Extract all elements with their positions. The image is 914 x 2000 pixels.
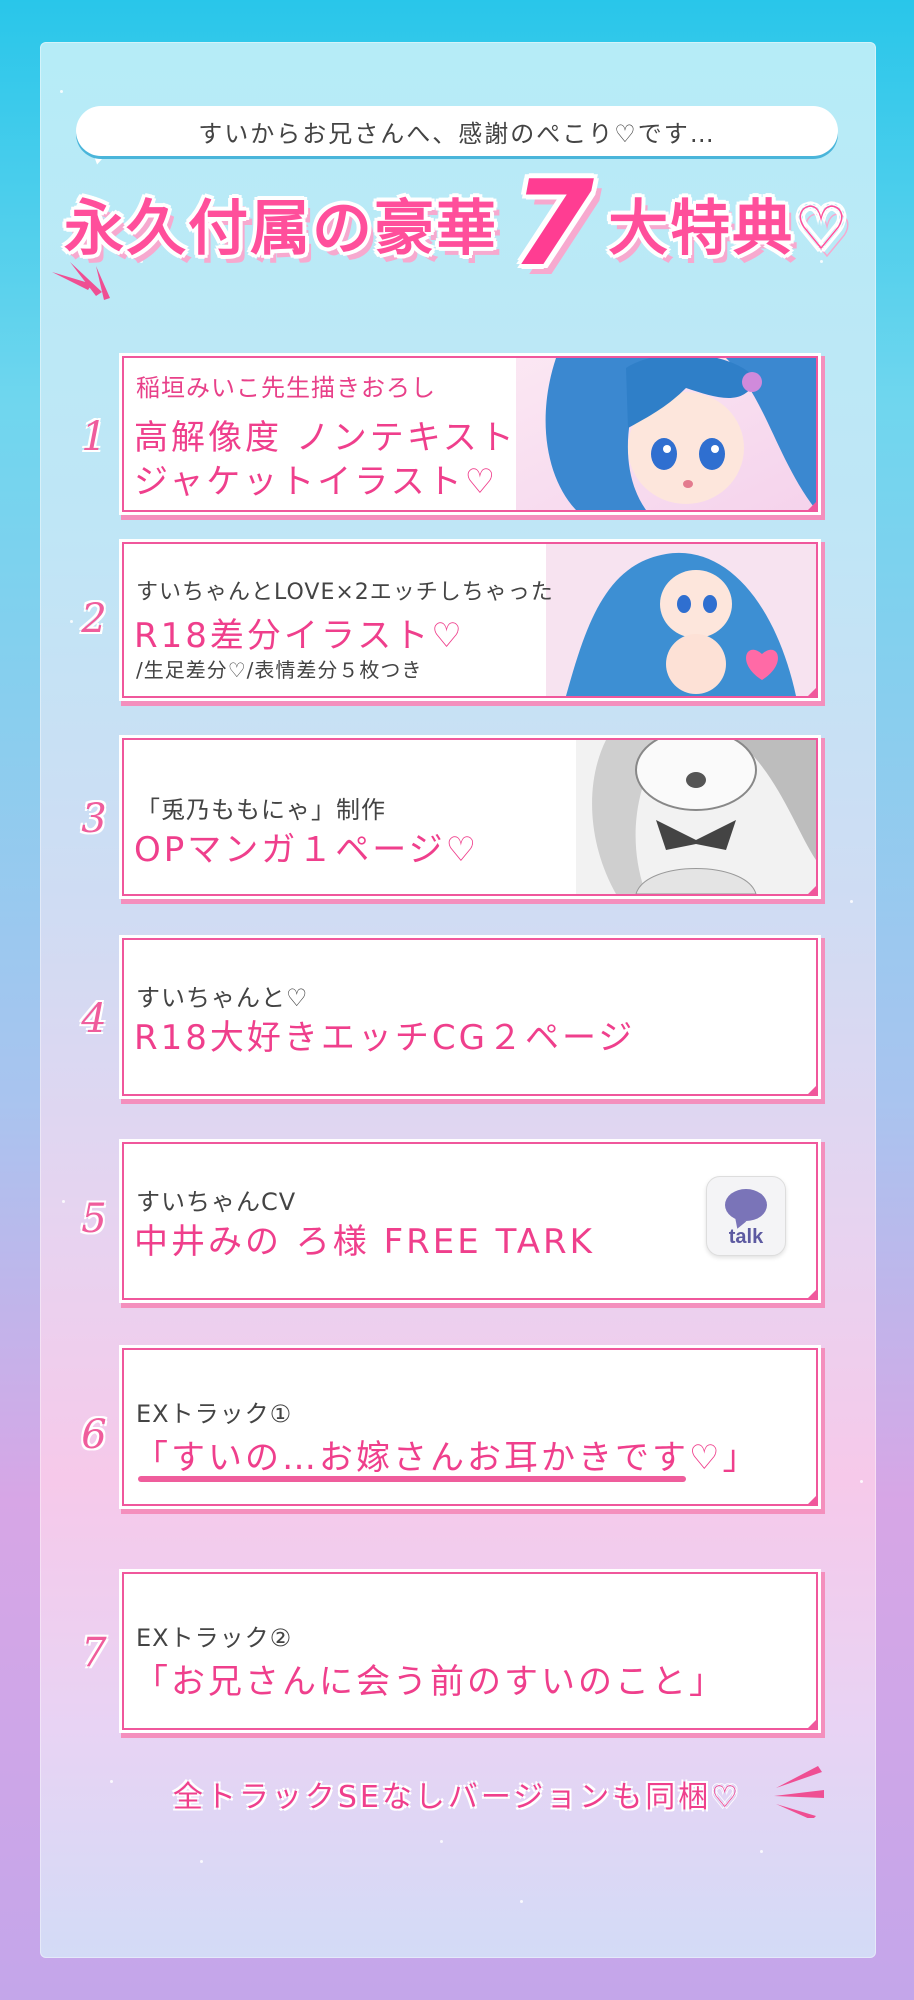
headline: 永久付属の豪華 7 大特典♡ [0, 164, 914, 282]
item-main-2: R18差分イラスト♡ [134, 616, 465, 656]
item-sub-7: EXトラック② [136, 1624, 293, 1652]
item-sub-2: すいちゃんとLOVE×2エッチしちゃった [136, 580, 554, 605]
item-sub-1: 稲垣みいこ先生描きおろし [136, 374, 436, 402]
footer-note: 全トラックSEなしバージョンも同梱♡ [172, 1780, 742, 1815]
bubble-text: すいからお兄さんへ、感謝のぺこり♡です… [198, 119, 716, 148]
character-art-2 [546, 544, 816, 696]
item-sub-5: すいちゃんCV [136, 1188, 297, 1216]
item-main-7: 「お兄さんに会う前のすいのこと」 [134, 1662, 726, 1702]
bonus-item-1: 稲垣みいこ先生描きおろし 高解像度 ノンテキスト ジャケットイラスト♡ [122, 356, 818, 512]
chat-bubble-icon [725, 1189, 767, 1221]
bonus-item-4: すいちゃんと♡ R18大好きエッチCG２ページ [122, 938, 818, 1096]
bonus-item-5: すいちゃんCV 中井みの ろ様 FREE TARK talk [122, 1142, 818, 1300]
item-number-2: 2 [81, 596, 107, 642]
header-bubble: すいからお兄さんへ、感謝のぺこり♡です… [76, 106, 838, 156]
item-number-4: 4 [81, 996, 107, 1042]
bonus-item-2: すいちゃんとLOVE×2エッチしちゃった R18差分イラスト♡ /生足差分♡/表… [122, 542, 818, 698]
illustration-1 [516, 358, 816, 510]
illustration-3 [576, 740, 816, 894]
illustration-2 [546, 544, 816, 696]
bonus-item-3: 「兎乃ももにゃ」制作 OPマンガ１ページ♡ [122, 738, 818, 896]
item-main-3: OPマンガ１ページ♡ [134, 830, 480, 870]
item-note-2: /生足差分♡/表情差分５枚つき [136, 658, 423, 682]
item-sub-6: EXトラック① [136, 1400, 293, 1428]
character-art-1 [516, 358, 816, 510]
talk-app-icon: talk [706, 1176, 786, 1256]
talk-label: talk [728, 1226, 764, 1248]
item-main-4: R18大好きエッチCG２ページ [134, 1018, 636, 1058]
underline-decoration [138, 1476, 686, 1482]
item-number-1: 1 [81, 414, 107, 460]
burst-icon [52, 262, 110, 300]
item-number-7: 7 [81, 1630, 107, 1676]
item-number-3: 3 [81, 796, 107, 842]
item-number-6: 6 [81, 1412, 107, 1458]
item-sub-4: すいちゃんと♡ [136, 984, 309, 1012]
item-main-5: 中井みの ろ様 FREE TARK [134, 1222, 595, 1262]
bonus-item-7: EXトラック② 「お兄さんに会う前のすいのこと」 [122, 1572, 818, 1730]
headline-right: 大特典♡ [608, 193, 850, 264]
item-main-1a: 高解像度 ノンテキスト [134, 418, 517, 458]
item-number-5: 5 [81, 1196, 107, 1242]
headline-left: 永久付属の豪華 [64, 193, 499, 264]
headline-number: 7 [512, 154, 595, 292]
bonus-item-6: EXトラック① 「すいの…お嫁さんお耳かきです♡」 [122, 1348, 818, 1506]
item-sub-3: 「兎乃ももにゃ」制作 [136, 796, 386, 824]
item-main-6: 「すいの…お嫁さんお耳かきです♡」 [134, 1438, 760, 1478]
item-main-1b: ジャケットイラスト♡ [134, 462, 499, 502]
manga-art-3 [576, 740, 816, 894]
